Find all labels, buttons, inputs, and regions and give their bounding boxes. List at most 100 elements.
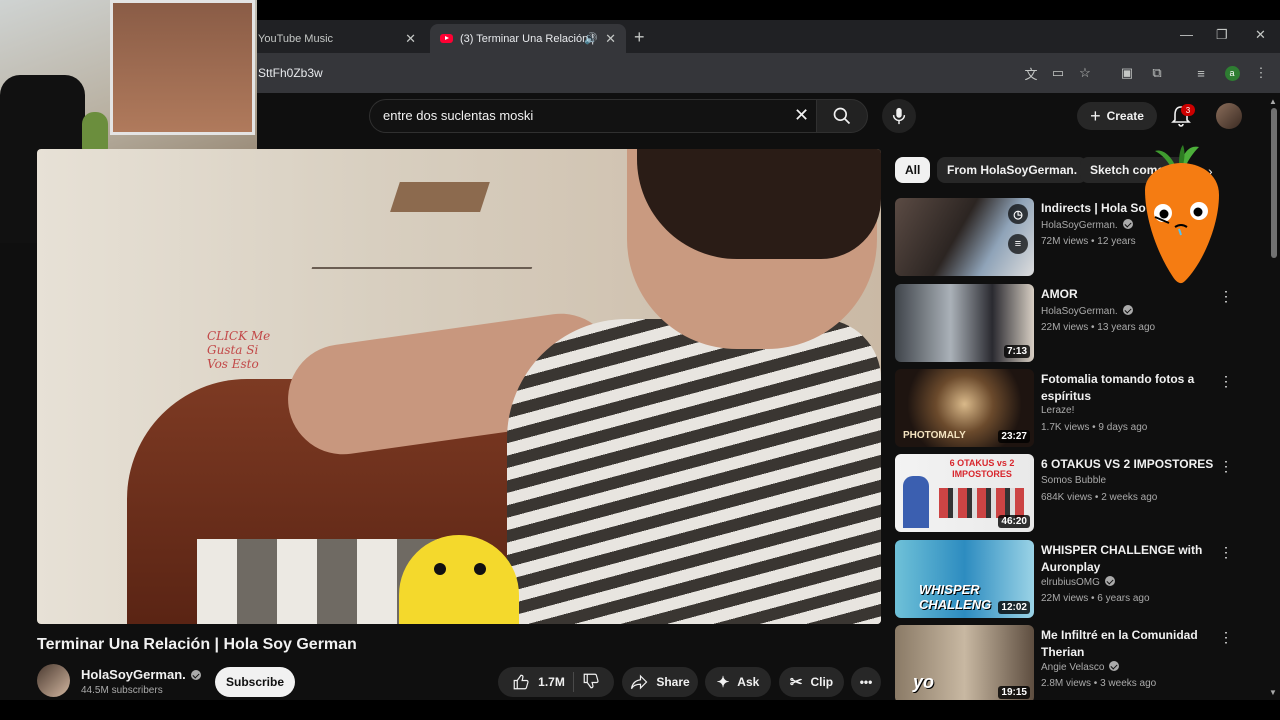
recommendation-channel[interactable]: Somos Bubble [1041, 475, 1106, 486]
tab-title: YouTube Music [258, 32, 334, 45]
translate-icon[interactable]: 文 [1022, 64, 1040, 82]
watch-later-icon[interactable]: ◷ [1008, 204, 1028, 224]
search-input[interactable]: entre dos suclentas moski [383, 108, 533, 123]
recommendation-title[interactable]: Fotomalia tomando fotos a espíritus [1041, 371, 1221, 405]
ask-button[interactable]: ✦ Ask [705, 667, 771, 697]
channel-avatar[interactable] [37, 664, 70, 697]
verified-icon [1122, 305, 1133, 315]
more-options-icon[interactable]: ⋮ [1219, 544, 1233, 561]
microphone-icon [892, 107, 906, 125]
verified-icon [190, 670, 201, 680]
channel-name[interactable]: HolaSoyGerman. [81, 667, 201, 682]
create-button[interactable]: + Create [1077, 102, 1157, 130]
more-options-icon[interactable]: ⋮ [1219, 629, 1233, 646]
carrot-sticker [1145, 145, 1219, 284]
clear-search-icon[interactable]: ✕ [794, 105, 809, 126]
account-avatar[interactable] [1216, 103, 1242, 129]
recommendation-item[interactable]: 7:13 AMOR HolaSoyGerman. 22M views • 13 … [895, 284, 1255, 364]
more-icon: ••• [859, 675, 873, 689]
url-field[interactable]: SttFh0Zb3w [258, 66, 323, 80]
share-icon [631, 674, 648, 690]
video-thumbnail[interactable]: WHISPER CHALLENG 12:02 [895, 540, 1034, 618]
recommendation-title[interactable]: WHISPER CHALLENGE with Auronplay [1041, 542, 1221, 576]
chip-from-channel[interactable]: From HolaSoyGerman. [937, 157, 1088, 183]
recommendation-item[interactable]: yo 19:15 Me Infiltré en la Comunidad The… [895, 625, 1255, 705]
chip-all[interactable]: All [895, 157, 931, 183]
youtube-favicon-icon [440, 34, 453, 43]
video-thumbnail[interactable]: PHOTOMALY 23:27 [895, 369, 1034, 447]
wall-drawing [311, 174, 563, 269]
recommendation-channel[interactable]: Angie Velasco [1041, 661, 1120, 673]
like-button[interactable]: 1.7M [512, 673, 565, 691]
duration-badge: 19:15 [998, 686, 1030, 699]
video-thumbnail[interactable]: 6 OTAKUS vs 2 IMPOSTORES 46:20 [895, 454, 1034, 532]
more-options-icon[interactable]: ⋮ [1219, 458, 1233, 475]
video-thumbnail[interactable]: yo 19:15 [895, 625, 1034, 703]
recommendation-channel[interactable]: HolaSoyGerman. [1041, 219, 1133, 231]
scroll-down-icon[interactable]: ▼ [1269, 688, 1277, 697]
voice-search-button[interactable] [882, 99, 916, 133]
duration-badge: 23:27 [998, 430, 1030, 443]
restore-icon[interactable]: ❐ [1216, 27, 1228, 43]
thumbnail-text: yo [913, 672, 935, 692]
minimize-icon[interactable]: — [1180, 27, 1193, 42]
recommendation-title[interactable]: 6 OTAKUS VS 2 IMPOSTORES [1041, 456, 1221, 473]
duration-badge: 12:02 [998, 601, 1030, 614]
recommendation-item[interactable]: PHOTOMALY 23:27 Fotomalia tomando fotos … [895, 369, 1255, 449]
verified-icon [1104, 576, 1115, 586]
verified-icon [1109, 661, 1120, 671]
create-label: Create [1106, 109, 1144, 123]
recommendation-meta: 22M views • 13 years ago [1041, 322, 1156, 333]
share-button[interactable]: Share [622, 667, 698, 697]
scroll-up-icon[interactable]: ▲ [1269, 97, 1277, 106]
cast-icon[interactable]: ▭ [1049, 64, 1067, 82]
recommendation-channel[interactable]: Leraze! [1041, 405, 1074, 416]
tab-youtube-music[interactable]: YouTube Music ✕ [248, 24, 426, 53]
scrollbar-thumb[interactable] [1271, 108, 1277, 258]
more-options-icon[interactable]: ⋮ [1219, 373, 1233, 390]
clip-button[interactable]: ✂ Clip [779, 667, 844, 697]
more-options-icon[interactable]: ⋮ [1219, 288, 1233, 305]
bottom-bar [0, 700, 1280, 720]
video-player[interactable]: CLICK Me Gusta Si Vos Esto [37, 149, 881, 624]
bookmark-star-icon[interactable]: ☆ [1076, 64, 1094, 82]
more-actions-button[interactable]: ••• [851, 667, 881, 697]
notification-badge: 3 [1181, 104, 1195, 116]
search-button[interactable] [816, 99, 868, 133]
video-thumbnail[interactable]: 7:13 [895, 284, 1034, 362]
recommendation-meta: 1.7K views • 9 days ago [1041, 422, 1148, 433]
like-dislike-group: 1.7M [498, 667, 614, 697]
tab-current-video[interactable]: (3) Terminar Una Relación | 🔊 ✕ [430, 24, 626, 53]
scissors-icon: ✂ [789, 674, 803, 691]
recommendation-title[interactable]: Me Infiltré en la Comunidad Therian [1041, 627, 1221, 661]
speaker-icon[interactable]: 🔊 [584, 32, 598, 45]
extension-icon[interactable]: ▣ [1118, 64, 1136, 82]
video-title: Terminar Una Relación | Hola Soy German [37, 636, 357, 653]
puzzle-icon[interactable]: ⧉ [1148, 64, 1166, 82]
browser-menu-icon[interactable]: ⋮ [1252, 64, 1270, 82]
recommendation-meta: 684K views • 2 weeks ago [1041, 492, 1158, 503]
sparkle-icon: ✦ [716, 674, 730, 691]
profile-icon[interactable]: a [1223, 64, 1241, 82]
recommendation-item[interactable]: 6 OTAKUS vs 2 IMPOSTORES 46:20 6 OTAKUS … [895, 454, 1255, 534]
dislike-button[interactable] [582, 672, 600, 693]
duration-badge: 46:20 [998, 515, 1030, 528]
recommendation-title[interactable]: AMOR [1041, 286, 1221, 303]
thumbnail-text: 6 OTAKUS vs 2 IMPOSTORES [949, 458, 1015, 479]
recommendation-channel[interactable]: elrubiusOMG [1041, 576, 1115, 588]
close-icon[interactable]: ✕ [605, 31, 616, 47]
search-icon [833, 107, 851, 125]
verified-icon [1122, 219, 1133, 229]
new-tab-button[interactable]: + [634, 27, 645, 48]
media-control-icon[interactable]: ≡ [1192, 64, 1210, 82]
subscribe-button[interactable]: Subscribe [215, 667, 295, 697]
close-icon[interactable]: ✕ [405, 31, 416, 47]
add-to-queue-icon[interactable]: ≡ [1008, 234, 1028, 254]
recommendation-channel[interactable]: HolaSoyGerman. [1041, 305, 1133, 317]
window-close-icon[interactable]: ✕ [1255, 27, 1266, 43]
tab-title: (3) Terminar Una Relación | [460, 32, 595, 45]
video-thumbnail[interactable]: ◷ ≡ [895, 198, 1034, 276]
recommendation-item[interactable]: WHISPER CHALLENG 12:02 WHISPER CHALLENGE… [895, 540, 1255, 620]
recommendation-meta: 2.8M views • 3 weeks ago [1041, 678, 1157, 689]
like-count: 1.7M [538, 675, 565, 689]
